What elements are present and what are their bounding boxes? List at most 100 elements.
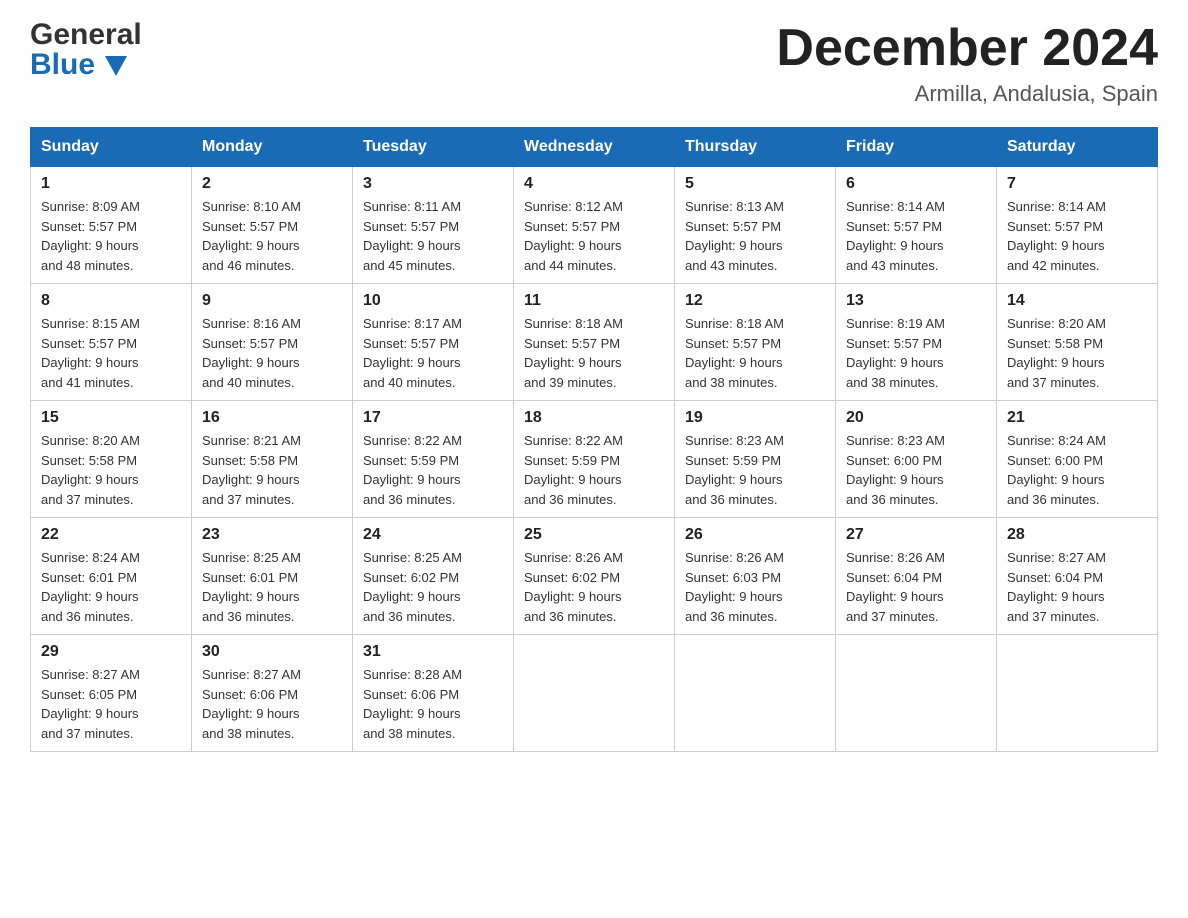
calendar-cell: 31 Sunrise: 8:28 AM Sunset: 6:06 PM Dayl… (353, 635, 514, 752)
day-info: Sunrise: 8:23 AM Sunset: 5:59 PM Dayligh… (685, 431, 825, 509)
day-info: Sunrise: 8:11 AM Sunset: 5:57 PM Dayligh… (363, 197, 503, 275)
calendar-cell: 13 Sunrise: 8:19 AM Sunset: 5:57 PM Dayl… (836, 284, 997, 401)
day-number: 3 (363, 175, 503, 193)
day-info: Sunrise: 8:25 AM Sunset: 6:01 PM Dayligh… (202, 548, 342, 626)
calendar-cell: 5 Sunrise: 8:13 AM Sunset: 5:57 PM Dayli… (675, 167, 836, 284)
calendar-cell: 30 Sunrise: 8:27 AM Sunset: 6:06 PM Dayl… (192, 635, 353, 752)
calendar-cell: 14 Sunrise: 8:20 AM Sunset: 5:58 PM Dayl… (997, 284, 1158, 401)
day-info: Sunrise: 8:25 AM Sunset: 6:02 PM Dayligh… (363, 548, 503, 626)
day-number: 28 (1007, 526, 1147, 544)
page-header: General Blue December 2024 Armilla, Anda… (30, 20, 1158, 107)
day-info: Sunrise: 8:20 AM Sunset: 5:58 PM Dayligh… (41, 431, 181, 509)
calendar-cell: 25 Sunrise: 8:26 AM Sunset: 6:02 PM Dayl… (514, 518, 675, 635)
calendar-header-row: SundayMondayTuesdayWednesdayThursdayFrid… (31, 128, 1158, 167)
day-info: Sunrise: 8:18 AM Sunset: 5:57 PM Dayligh… (524, 314, 664, 392)
day-info: Sunrise: 8:19 AM Sunset: 5:57 PM Dayligh… (846, 314, 986, 392)
day-number: 29 (41, 643, 181, 661)
calendar-week-3: 15 Sunrise: 8:20 AM Sunset: 5:58 PM Dayl… (31, 401, 1158, 518)
day-number: 12 (685, 292, 825, 310)
day-number: 1 (41, 175, 181, 193)
day-number: 2 (202, 175, 342, 193)
day-info: Sunrise: 8:10 AM Sunset: 5:57 PM Dayligh… (202, 197, 342, 275)
day-number: 20 (846, 409, 986, 427)
calendar-subtitle: Armilla, Andalusia, Spain (776, 81, 1158, 107)
header-sunday: Sunday (31, 128, 192, 167)
calendar-week-2: 8 Sunrise: 8:15 AM Sunset: 5:57 PM Dayli… (31, 284, 1158, 401)
day-number: 26 (685, 526, 825, 544)
calendar-title: December 2024 (776, 20, 1158, 77)
day-number: 11 (524, 292, 664, 310)
day-info: Sunrise: 8:17 AM Sunset: 5:57 PM Dayligh… (363, 314, 503, 392)
day-info: Sunrise: 8:12 AM Sunset: 5:57 PM Dayligh… (524, 197, 664, 275)
day-info: Sunrise: 8:28 AM Sunset: 6:06 PM Dayligh… (363, 665, 503, 743)
calendar-week-4: 22 Sunrise: 8:24 AM Sunset: 6:01 PM Dayl… (31, 518, 1158, 635)
calendar-cell: 10 Sunrise: 8:17 AM Sunset: 5:57 PM Dayl… (353, 284, 514, 401)
day-number: 8 (41, 292, 181, 310)
day-number: 30 (202, 643, 342, 661)
day-info: Sunrise: 8:24 AM Sunset: 6:01 PM Dayligh… (41, 548, 181, 626)
day-info: Sunrise: 8:22 AM Sunset: 5:59 PM Dayligh… (524, 431, 664, 509)
calendar-cell: 12 Sunrise: 8:18 AM Sunset: 5:57 PM Dayl… (675, 284, 836, 401)
calendar-week-5: 29 Sunrise: 8:27 AM Sunset: 6:05 PM Dayl… (31, 635, 1158, 752)
day-info: Sunrise: 8:20 AM Sunset: 5:58 PM Dayligh… (1007, 314, 1147, 392)
day-info: Sunrise: 8:27 AM Sunset: 6:05 PM Dayligh… (41, 665, 181, 743)
day-info: Sunrise: 8:26 AM Sunset: 6:02 PM Dayligh… (524, 548, 664, 626)
header-thursday: Thursday (675, 128, 836, 167)
day-number: 27 (846, 526, 986, 544)
day-info: Sunrise: 8:26 AM Sunset: 6:04 PM Dayligh… (846, 548, 986, 626)
day-number: 7 (1007, 175, 1147, 193)
calendar-cell: 19 Sunrise: 8:23 AM Sunset: 5:59 PM Dayl… (675, 401, 836, 518)
day-number: 16 (202, 409, 342, 427)
day-number: 10 (363, 292, 503, 310)
day-number: 25 (524, 526, 664, 544)
day-info: Sunrise: 8:27 AM Sunset: 6:06 PM Dayligh… (202, 665, 342, 743)
calendar-cell: 15 Sunrise: 8:20 AM Sunset: 5:58 PM Dayl… (31, 401, 192, 518)
calendar-week-1: 1 Sunrise: 8:09 AM Sunset: 5:57 PM Dayli… (31, 167, 1158, 284)
title-section: December 2024 Armilla, Andalusia, Spain (776, 20, 1158, 107)
calendar-cell: 3 Sunrise: 8:11 AM Sunset: 5:57 PM Dayli… (353, 167, 514, 284)
day-number: 9 (202, 292, 342, 310)
day-number: 22 (41, 526, 181, 544)
day-number: 4 (524, 175, 664, 193)
day-number: 5 (685, 175, 825, 193)
logo: General Blue (30, 20, 142, 80)
day-number: 21 (1007, 409, 1147, 427)
day-number: 19 (685, 409, 825, 427)
calendar-cell: 1 Sunrise: 8:09 AM Sunset: 5:57 PM Dayli… (31, 167, 192, 284)
header-monday: Monday (192, 128, 353, 167)
calendar-cell: 11 Sunrise: 8:18 AM Sunset: 5:57 PM Dayl… (514, 284, 675, 401)
day-number: 31 (363, 643, 503, 661)
header-friday: Friday (836, 128, 997, 167)
day-info: Sunrise: 8:14 AM Sunset: 5:57 PM Dayligh… (846, 197, 986, 275)
calendar-cell: 21 Sunrise: 8:24 AM Sunset: 6:00 PM Dayl… (997, 401, 1158, 518)
day-info: Sunrise: 8:24 AM Sunset: 6:00 PM Dayligh… (1007, 431, 1147, 509)
calendar-cell: 6 Sunrise: 8:14 AM Sunset: 5:57 PM Dayli… (836, 167, 997, 284)
calendar-cell: 18 Sunrise: 8:22 AM Sunset: 5:59 PM Dayl… (514, 401, 675, 518)
day-number: 15 (41, 409, 181, 427)
day-number: 14 (1007, 292, 1147, 310)
calendar-cell: 28 Sunrise: 8:27 AM Sunset: 6:04 PM Dayl… (997, 518, 1158, 635)
logo-blue: Blue (30, 50, 142, 80)
day-info: Sunrise: 8:09 AM Sunset: 5:57 PM Dayligh… (41, 197, 181, 275)
calendar-cell: 24 Sunrise: 8:25 AM Sunset: 6:02 PM Dayl… (353, 518, 514, 635)
header-wednesday: Wednesday (514, 128, 675, 167)
calendar-cell: 2 Sunrise: 8:10 AM Sunset: 5:57 PM Dayli… (192, 167, 353, 284)
logo-general: General (30, 20, 142, 50)
calendar-cell: 17 Sunrise: 8:22 AM Sunset: 5:59 PM Dayl… (353, 401, 514, 518)
day-number: 23 (202, 526, 342, 544)
header-tuesday: Tuesday (353, 128, 514, 167)
header-saturday: Saturday (997, 128, 1158, 167)
day-info: Sunrise: 8:21 AM Sunset: 5:58 PM Dayligh… (202, 431, 342, 509)
day-info: Sunrise: 8:14 AM Sunset: 5:57 PM Dayligh… (1007, 197, 1147, 275)
day-number: 13 (846, 292, 986, 310)
calendar-cell: 20 Sunrise: 8:23 AM Sunset: 6:00 PM Dayl… (836, 401, 997, 518)
calendar-cell: 29 Sunrise: 8:27 AM Sunset: 6:05 PM Dayl… (31, 635, 192, 752)
day-info: Sunrise: 8:16 AM Sunset: 5:57 PM Dayligh… (202, 314, 342, 392)
day-info: Sunrise: 8:23 AM Sunset: 6:00 PM Dayligh… (846, 431, 986, 509)
calendar-cell (675, 635, 836, 752)
calendar-cell: 26 Sunrise: 8:26 AM Sunset: 6:03 PM Dayl… (675, 518, 836, 635)
calendar-cell: 27 Sunrise: 8:26 AM Sunset: 6:04 PM Dayl… (836, 518, 997, 635)
day-info: Sunrise: 8:13 AM Sunset: 5:57 PM Dayligh… (685, 197, 825, 275)
day-info: Sunrise: 8:26 AM Sunset: 6:03 PM Dayligh… (685, 548, 825, 626)
day-info: Sunrise: 8:22 AM Sunset: 5:59 PM Dayligh… (363, 431, 503, 509)
